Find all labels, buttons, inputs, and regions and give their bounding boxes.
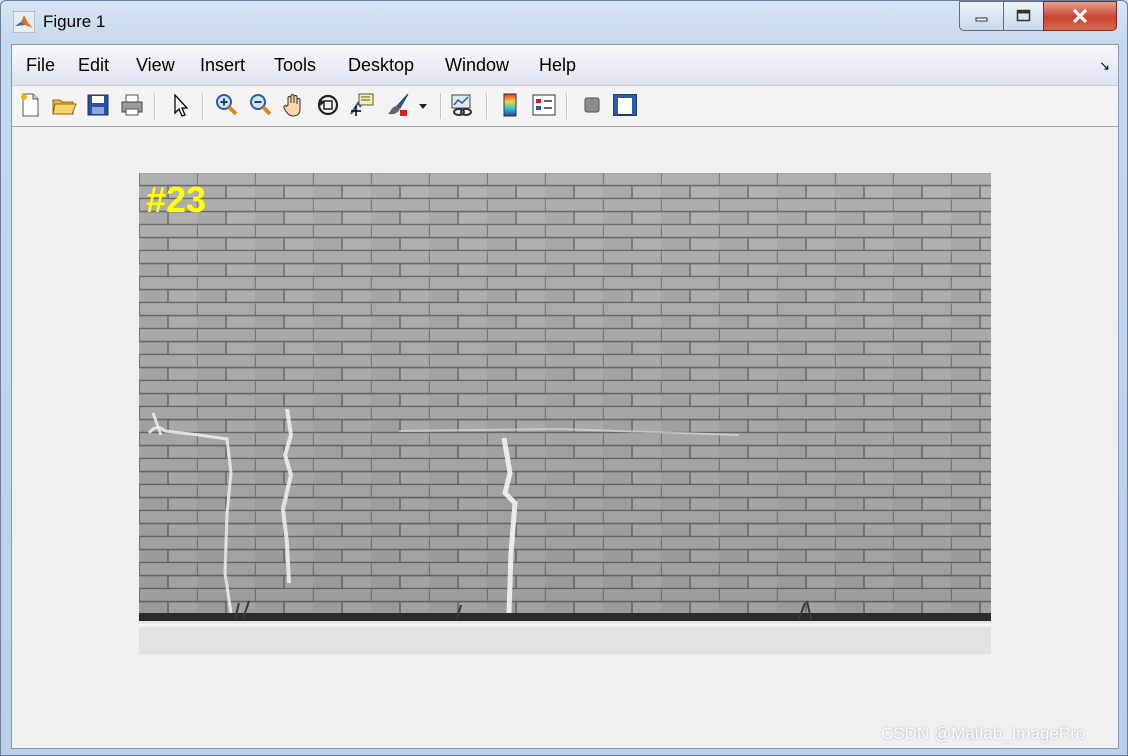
toolbar-separator xyxy=(566,93,568,119)
brick-wall-image xyxy=(139,173,991,654)
print-icon[interactable] xyxy=(118,91,146,119)
show-plot-tools-icon[interactable] xyxy=(611,91,639,119)
toolbar-separator xyxy=(202,93,204,119)
colorbar-icon[interactable] xyxy=(496,91,524,119)
brush-icon[interactable] xyxy=(384,91,412,119)
pan-hand-icon[interactable] xyxy=(280,91,308,119)
maximize-icon xyxy=(1016,9,1031,22)
watermark-text: CSDN @Matlab_ImagePro xyxy=(881,724,1086,743)
hide-plot-tools-icon[interactable] xyxy=(578,91,606,119)
figure-client-area: File Edit View Insert Tools Desktop Wind… xyxy=(11,44,1119,749)
matlab-logo-icon xyxy=(13,11,35,33)
menu-desktop[interactable]: Desktop xyxy=(348,55,414,76)
maximize-button[interactable] xyxy=(1003,1,1045,31)
brush-dropdown-icon[interactable] xyxy=(415,91,431,119)
title-bar[interactable]: Figure 1 xyxy=(1,1,1127,41)
image-frame-label: #23 xyxy=(146,179,207,220)
legend-icon[interactable] xyxy=(530,91,558,119)
figure-toolbar xyxy=(12,86,1118,127)
toolbar-separator xyxy=(154,93,156,119)
link-plot-icon[interactable] xyxy=(448,91,476,119)
menu-insert[interactable]: Insert xyxy=(200,55,245,76)
minimize-button[interactable] xyxy=(959,1,1005,31)
menu-window[interactable]: Window xyxy=(445,55,509,76)
data-cursor-icon[interactable] xyxy=(348,91,376,119)
rotate-3d-icon[interactable] xyxy=(314,91,342,119)
minimize-icon xyxy=(975,17,988,22)
toolbar-separator xyxy=(486,93,488,119)
menu-view[interactable]: View xyxy=(136,55,175,76)
figure-window: Figure 1 File Edit View Insert Tools Des… xyxy=(0,0,1128,756)
zoom-out-icon[interactable] xyxy=(246,91,274,119)
new-figure-icon[interactable] xyxy=(16,91,44,119)
menu-tools[interactable]: Tools xyxy=(274,55,316,76)
menu-edit[interactable]: Edit xyxy=(78,55,109,76)
edit-plot-arrow-icon[interactable] xyxy=(166,91,194,119)
dock-figure-icon[interactable]: ↘ xyxy=(1099,58,1110,74)
menu-help[interactable]: Help xyxy=(539,55,576,76)
save-icon[interactable] xyxy=(84,91,112,119)
zoom-in-icon[interactable] xyxy=(212,91,240,119)
toolbar-separator xyxy=(440,93,442,119)
close-icon xyxy=(1072,8,1088,24)
open-file-icon[interactable] xyxy=(50,91,78,119)
window-title: Figure 1 xyxy=(43,12,106,31)
menu-file[interactable]: File xyxy=(26,55,55,76)
menu-bar: File Edit View Insert Tools Desktop Wind… xyxy=(12,45,1118,86)
close-button[interactable] xyxy=(1043,1,1117,31)
figure-canvas[interactable]: #23 xyxy=(12,127,1118,748)
